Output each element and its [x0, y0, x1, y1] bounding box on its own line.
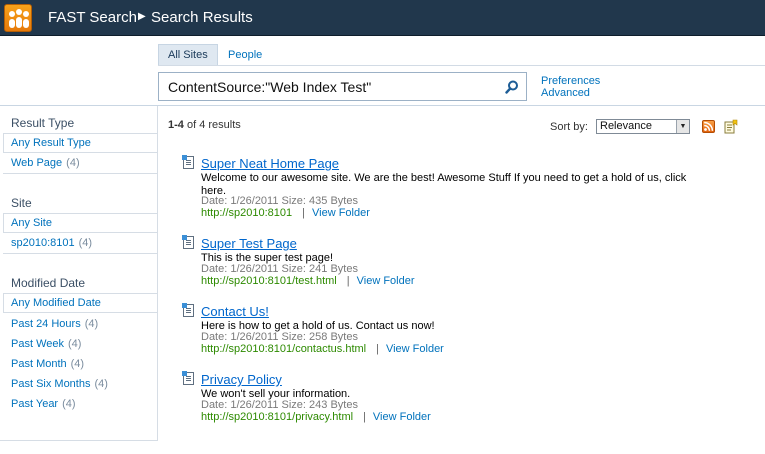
- search-input[interactable]: [168, 78, 488, 96]
- refiner-heading-modified: Modified Date: [11, 276, 86, 290]
- view-folder-link[interactable]: View Folder: [373, 411, 431, 423]
- document-icon: [182, 303, 194, 317]
- result-metadata: Date: 1/26/2011 Size: 243 Bytes: [201, 399, 358, 411]
- tab-people[interactable]: People: [219, 44, 271, 66]
- result-url: http://sp2010:8101/privacy.html | View Fol…: [201, 411, 431, 423]
- refiner-site-sp2010[interactable]: sp2010:8101 (4): [11, 237, 92, 249]
- document-icon: [182, 235, 194, 249]
- rss-feed-icon[interactable]: [702, 120, 715, 133]
- result-title[interactable]: Super Neat Home Page: [201, 156, 339, 171]
- dropdown-arrow-icon[interactable]: ▼: [676, 120, 689, 133]
- document-icon: [182, 371, 194, 385]
- view-folder-link[interactable]: View Folder: [386, 343, 444, 355]
- result-url-link[interactable]: http://sp2010:8101/contactus.html: [201, 343, 366, 355]
- refiner-past-year[interactable]: Past Year (4): [11, 398, 76, 410]
- tab-divider: [158, 65, 765, 66]
- refiner-past-six-months[interactable]: Past Six Months (4): [11, 378, 108, 390]
- result-title[interactable]: Super Test Page: [201, 236, 297, 251]
- refiner-past-week[interactable]: Past Week (4): [11, 338, 81, 350]
- refiner-heading-result-type: Result Type: [11, 116, 75, 130]
- preferences-link[interactable]: Preferences: [541, 75, 600, 87]
- result-url-link[interactable]: http://sp2010:8101: [201, 207, 292, 219]
- refiner-divider: [3, 253, 158, 254]
- advanced-link[interactable]: Advanced: [541, 87, 590, 99]
- view-folder-link[interactable]: View Folder: [357, 275, 415, 287]
- breadcrumb-separator-icon: ▶: [138, 11, 146, 22]
- refiner-past-month[interactable]: Past Month (4): [11, 358, 84, 370]
- refiner-any-site[interactable]: Any Site: [11, 217, 52, 229]
- result-metadata: Date: 1/26/2011 Size: 241 Bytes: [201, 263, 358, 275]
- sort-select[interactable]: Relevance ▼: [596, 119, 690, 134]
- refiner-past-24-hours[interactable]: Past 24 Hours (4): [11, 318, 98, 330]
- tab-all-sites[interactable]: All Sites: [158, 44, 218, 66]
- sort-selected-value: Relevance: [600, 120, 652, 132]
- refiner-any-result-type[interactable]: Any Result Type: [11, 137, 91, 149]
- result-metadata: Date: 1/26/2011 Size: 435 Bytes: [201, 195, 358, 207]
- refinement-panel: Result Type Any Result Type Web Page (4) …: [0, 106, 158, 441]
- search-icon[interactable]: [504, 79, 520, 95]
- breadcrumb-page: Search Results: [151, 9, 253, 26]
- result-url-link[interactable]: http://sp2010:8101/test.html: [201, 275, 337, 287]
- result-url: http://sp2010:8101/test.html | View Folder: [201, 275, 415, 287]
- result-url: http://sp2010:8101 | View Folder: [201, 207, 370, 219]
- search-box: [158, 72, 527, 101]
- refiner-heading-site: Site: [11, 196, 32, 210]
- refiner-any-modified-date[interactable]: Any Modified Date: [11, 297, 101, 309]
- top-bar: FAST Search ▶ Search Results: [0, 0, 765, 36]
- view-folder-link[interactable]: View Folder: [312, 207, 370, 219]
- result-metadata: Date: 1/26/2011 Size: 258 Bytes: [201, 331, 358, 343]
- sort-by-label: Sort by:: [550, 121, 588, 133]
- result-title[interactable]: Privacy Policy: [201, 372, 282, 387]
- refiner-web-page[interactable]: Web Page (4): [11, 157, 80, 169]
- result-url: http://sp2010:8101/contactus.html | View F…: [201, 343, 444, 355]
- document-icon: [182, 155, 194, 169]
- sharepoint-logo-icon[interactable]: [4, 4, 32, 32]
- alert-me-icon[interactable]: [724, 119, 738, 134]
- result-title[interactable]: Contact Us!: [201, 304, 269, 319]
- result-url-link[interactable]: http://sp2010:8101/privacy.html: [201, 411, 353, 423]
- refiner-divider: [3, 173, 158, 174]
- result-count: 1-4 of 4 results: [168, 119, 241, 131]
- breadcrumb-site[interactable]: FAST Search: [48, 9, 137, 26]
